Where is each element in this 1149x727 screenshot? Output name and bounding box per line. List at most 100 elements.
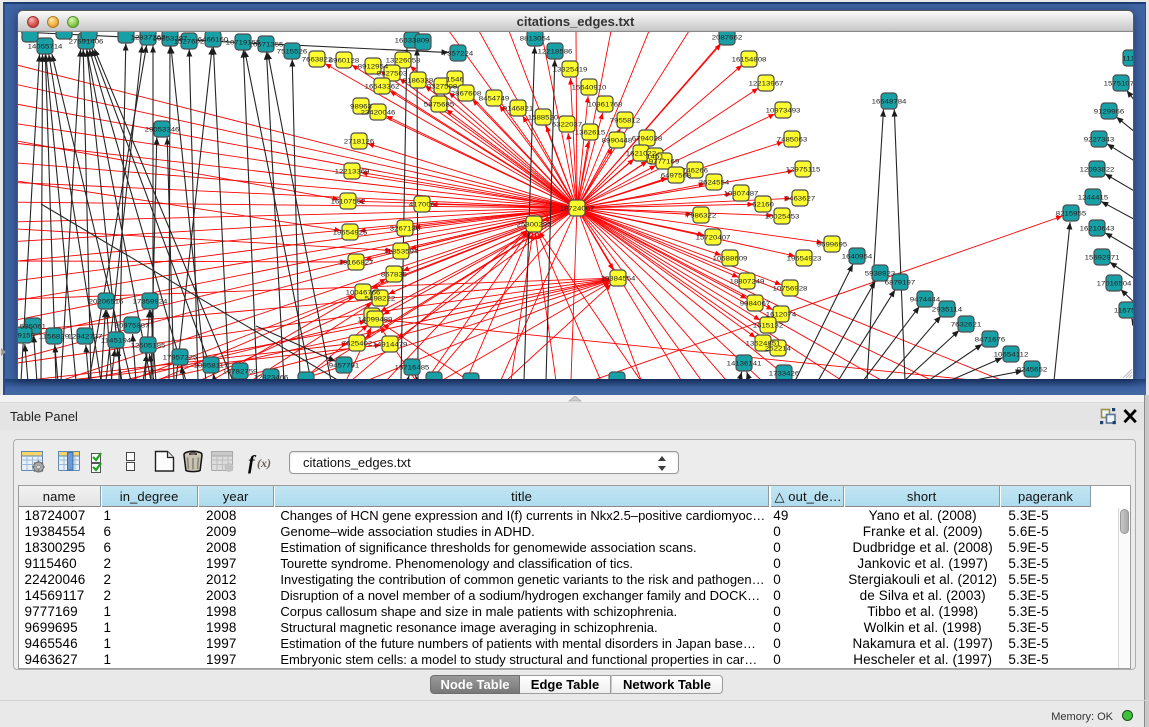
svg-text:1588520: 1588520 xyxy=(528,114,559,121)
svg-text:14055714: 14055714 xyxy=(28,43,63,50)
svg-text:f: f xyxy=(248,452,257,474)
svg-text:8215955: 8215955 xyxy=(1056,210,1087,217)
svg-text:12093822: 12093822 xyxy=(1080,166,1115,173)
svg-text:16033809: 16033809 xyxy=(395,37,430,44)
svg-text:(x): (x) xyxy=(257,456,271,470)
svg-text:1156829: 1156829 xyxy=(39,333,70,340)
svg-text:19166827: 19166827 xyxy=(339,259,374,266)
svg-text:9245652: 9245652 xyxy=(1017,366,1048,373)
svg-text:16210643: 16210643 xyxy=(1080,225,1115,232)
svg-text:12218586: 12218586 xyxy=(538,48,573,55)
svg-text:6879197: 6879197 xyxy=(885,279,916,286)
svg-text:15640910: 15640910 xyxy=(572,84,607,91)
svg-text:6322037: 6322037 xyxy=(552,121,583,128)
svg-text:15720407: 15720407 xyxy=(696,234,731,241)
svg-text:535061: 535061 xyxy=(20,323,47,330)
svg-text:6497568: 6497568 xyxy=(661,172,692,179)
svg-text:10973493: 10973493 xyxy=(766,107,801,114)
svg-text:25300295: 25300295 xyxy=(517,221,552,228)
svg-text:9129966: 9129966 xyxy=(1094,108,1125,115)
svg-text:18724007: 18724007 xyxy=(560,205,595,212)
svg-text:14914479: 14914479 xyxy=(373,341,408,348)
svg-text:13226058: 13226058 xyxy=(386,57,421,64)
svg-text:6794028: 6794028 xyxy=(632,135,663,142)
svg-text:27691406: 27691406 xyxy=(69,38,104,45)
svg-text:10688609: 10688609 xyxy=(713,255,748,262)
svg-text:1640954: 1640954 xyxy=(842,253,873,260)
svg-text:7632621: 7632621 xyxy=(951,321,982,328)
svg-text:15716485: 15716485 xyxy=(395,364,430,371)
svg-text:12975115: 12975115 xyxy=(786,166,821,173)
svg-text:7955812: 7955812 xyxy=(610,117,641,124)
svg-text:9327508: 9327508 xyxy=(427,83,458,90)
svg-text:12942737: 12942737 xyxy=(68,333,103,340)
svg-text:15751074: 15751074 xyxy=(1104,80,1133,87)
svg-text:20206516: 20206516 xyxy=(89,298,124,305)
svg-text:17957225: 17957225 xyxy=(163,354,198,361)
svg-text:8471676: 8471676 xyxy=(975,336,1006,343)
svg-text:5875685: 5875685 xyxy=(424,101,455,108)
svg-text:17359924: 17359924 xyxy=(133,298,168,305)
svg-text:8813054: 8813054 xyxy=(520,35,551,42)
svg-text:13325419: 13325419 xyxy=(553,66,588,73)
svg-text:3267130: 3267130 xyxy=(390,225,421,232)
svg-text:9699695: 9699695 xyxy=(817,241,848,248)
svg-text:9146821: 9146821 xyxy=(503,105,534,112)
svg-text:8990448: 8990448 xyxy=(602,137,633,144)
svg-text:9084067: 9084067 xyxy=(740,300,771,307)
svg-text:9227343: 9227343 xyxy=(1084,136,1115,143)
svg-text:10807487: 10807487 xyxy=(724,190,759,197)
svg-text:1112: 1112 xyxy=(1122,55,1133,62)
svg-text:6466160: 6466160 xyxy=(198,36,229,43)
svg-text:39159: 39159 xyxy=(18,332,35,339)
svg-text:9463627: 9463627 xyxy=(785,195,816,202)
svg-text:9327503: 9327503 xyxy=(377,70,408,77)
svg-text:19654925: 19654925 xyxy=(333,229,368,236)
svg-text:12505185: 12505185 xyxy=(131,342,166,349)
svg-text:867835: 867835 xyxy=(381,271,408,278)
svg-text:11353594: 11353594 xyxy=(384,248,419,255)
svg-text:5938923: 5938923 xyxy=(865,270,896,277)
svg-text:1244415: 1244415 xyxy=(1078,194,1109,201)
svg-text:12213369: 12213369 xyxy=(335,168,370,175)
svg-text:1612074: 1612074 xyxy=(766,311,797,318)
svg-text:2087662: 2087662 xyxy=(712,34,743,41)
svg-text:16671355: 16671355 xyxy=(249,41,284,48)
svg-text:1362615: 1362615 xyxy=(575,129,606,136)
svg-text:10654112: 10654112 xyxy=(994,351,1029,358)
svg-text:18807249: 18807249 xyxy=(730,278,765,285)
svg-text:16154808: 16154808 xyxy=(732,56,767,63)
svg-text:3624554: 3624554 xyxy=(699,179,730,186)
svg-text:12923466: 12923466 xyxy=(254,374,289,379)
svg-text:9457791: 9457791 xyxy=(329,362,360,369)
svg-text:10025453: 10025453 xyxy=(765,213,800,220)
svg-text:2718126: 2718126 xyxy=(344,138,375,145)
svg-text:2867608: 2867608 xyxy=(451,90,482,97)
svg-text:252214: 252214 xyxy=(765,345,792,352)
svg-text:1546: 1546 xyxy=(446,76,465,83)
svg-text:7515526: 7515526 xyxy=(277,48,308,55)
svg-text:16648784: 16648784 xyxy=(872,98,907,105)
svg-text:17016504: 17016504 xyxy=(1097,280,1132,287)
svg-text:29053346: 29053346 xyxy=(145,126,180,133)
svg-text:16543362: 16543362 xyxy=(365,83,400,90)
svg-text:16107552: 16107552 xyxy=(331,198,366,205)
svg-text:10961768: 10961768 xyxy=(588,101,623,108)
svg-text:2935114: 2935114 xyxy=(932,306,963,313)
svg-text:1733426: 1733426 xyxy=(769,370,800,377)
svg-text:8912954: 8912954 xyxy=(358,63,389,70)
svg-text:8454749: 8454749 xyxy=(479,95,510,102)
svg-text:19384554: 19384554 xyxy=(601,275,636,282)
svg-text:19654923: 19654923 xyxy=(787,255,822,262)
svg-text:116753: 116753 xyxy=(1114,307,1133,314)
svg-text:14136141: 14136141 xyxy=(727,360,762,367)
svg-text:62160: 62160 xyxy=(752,201,774,208)
svg-text:8960128: 8960128 xyxy=(329,57,360,64)
svg-text:1145194: 1145194 xyxy=(101,337,132,344)
svg-text:15692971: 15692971 xyxy=(1085,254,1120,261)
svg-text:12213967: 12213967 xyxy=(749,80,784,87)
svg-text:14099489: 14099489 xyxy=(358,316,393,323)
svg-text:23420046: 23420046 xyxy=(361,109,396,116)
svg-text:7485063: 7485063 xyxy=(777,136,808,143)
svg-text:5498222: 5498222 xyxy=(365,295,396,302)
